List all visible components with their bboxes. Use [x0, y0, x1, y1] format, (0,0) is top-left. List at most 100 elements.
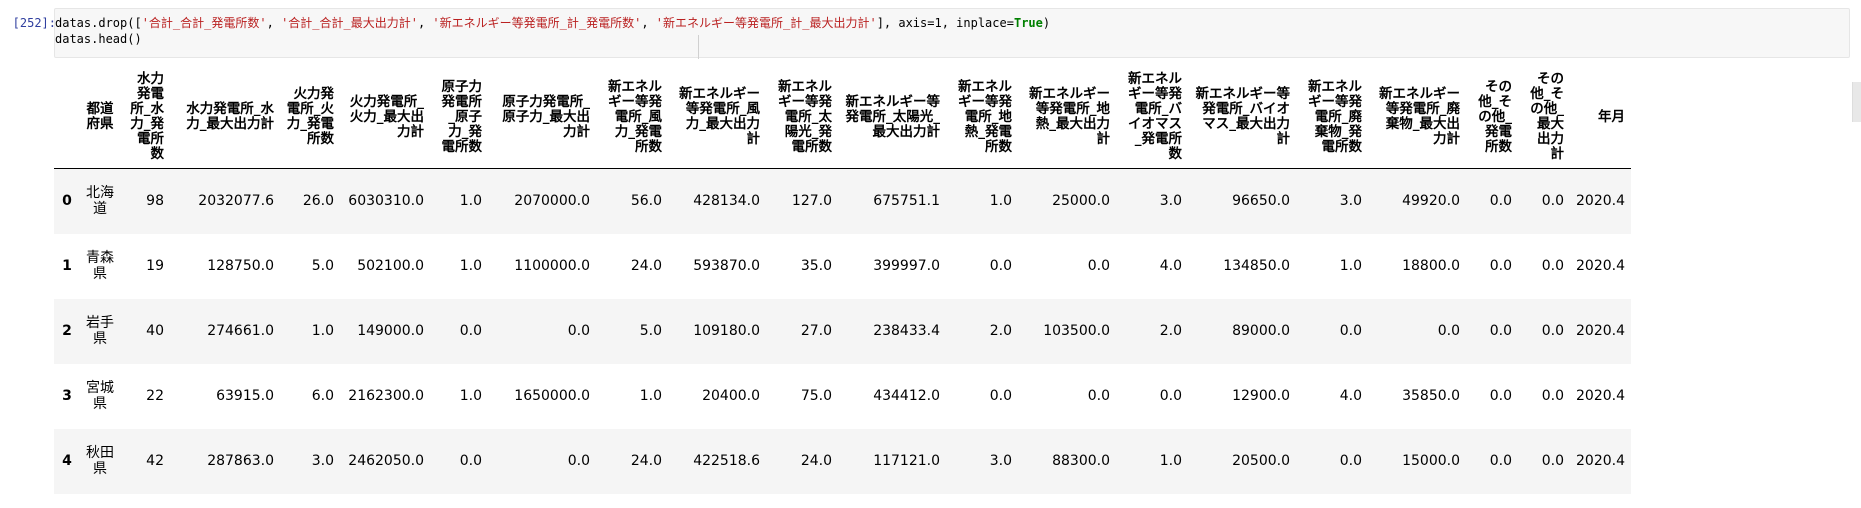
table-cell: 6.0 [311, 388, 334, 404]
table-cell: 2070000.0 [514, 193, 590, 210]
column-header[interactable]: 火力発電所_火力_発電所数 [280, 66, 340, 169]
column-header[interactable]: 新エネルギー等発電所_廃棄物_最大出力計 [1368, 66, 1466, 169]
table-cell: 35850.0 [1402, 388, 1460, 404]
column-header[interactable]: 新エネルギー等発電所_バイオマス_発電所数 [1116, 66, 1188, 169]
table-cell: 3.0 [1159, 193, 1182, 210]
index-header [54, 66, 80, 169]
column-header[interactable]: 新エネルギー等発電所_太陽光_最大出力計 [838, 66, 946, 169]
column-header[interactable]: 新エネルギー等発電所_太陽光_発電所数 [766, 66, 838, 169]
column-header[interactable]: 原子力発電所_原子力_最大出力計 [488, 66, 596, 169]
table-cell: 1.0 [989, 193, 1012, 210]
table-cell: 3.0 [1339, 193, 1362, 210]
table-cell: 0.0 [1339, 453, 1362, 469]
column-header[interactable]: 新エネルギー等発電所_風力_発電所数 [596, 66, 668, 169]
column-header[interactable]: 新エネルギー等発電所_バイオマス_最大出力計 [1188, 66, 1296, 169]
table-cell: 127.0 [791, 193, 832, 210]
table-cell: 1.0 [311, 323, 334, 339]
code-token: , [266, 16, 282, 30]
table-cell: 103500.0 [1043, 323, 1110, 339]
table-cell: 56.0 [630, 193, 662, 210]
cell-prompt: [252]: [12, 16, 56, 30]
table-cell: 3.0 [989, 453, 1012, 469]
table-cell: 149000.0 [357, 323, 424, 339]
table-cell: 5.0 [311, 258, 334, 274]
output-scrollbar[interactable] [1852, 82, 1861, 122]
code-line-2: datas.head() [55, 32, 142, 46]
table-cell: 24.0 [630, 453, 662, 469]
table-cell: 0.0 [1489, 193, 1512, 210]
table-cell: 2.0 [989, 323, 1012, 339]
table-cell: 0.0 [1541, 193, 1564, 210]
table-cell: 399997.0 [873, 258, 940, 274]
column-header[interactable]: 水力発電所_水力_最大出力計 [170, 66, 280, 169]
code-string: '合計_合計_発電所数' [141, 16, 267, 30]
table-cell: 19 [146, 258, 164, 274]
table-cell: 1.0 [639, 388, 662, 404]
table-row: 3 宮城県 22 63915.0 6.0 2162300.0 1.0 16500… [54, 364, 1631, 429]
table-cell: 0.0 [1087, 388, 1110, 404]
table-cell: 2020.4 [1576, 453, 1625, 469]
table-cell: 1.0 [459, 193, 482, 210]
column-header[interactable]: 年月 [1570, 66, 1631, 169]
table-cell: 96650.0 [1232, 193, 1290, 210]
row-index: 2 [62, 323, 72, 339]
table-cell: 宮城県 [86, 380, 114, 412]
column-header[interactable]: その他_その他_最大出力計 [1518, 66, 1570, 169]
table-cell: 49920.0 [1402, 193, 1460, 210]
table-cell: 24.0 [800, 453, 832, 469]
table-cell: 青森県 [86, 250, 114, 282]
code-editor[interactable]: datas.drop(['合計_合計_発電所数', '合計_合計_最大出力計',… [54, 8, 1850, 59]
table-cell: 2462050.0 [348, 453, 424, 469]
column-header[interactable]: 新エネルギー等発電所_地熱_発電所数 [946, 66, 1018, 169]
code-token: datas.drop([ [55, 16, 142, 30]
table-cell: 287863.0 [207, 453, 274, 469]
table-cell: 434412.0 [873, 388, 940, 404]
table-cell: 秋田県 [86, 445, 114, 477]
row-index: 3 [62, 388, 72, 404]
table-cell: 12900.0 [1232, 388, 1290, 404]
table-cell: 0.0 [1489, 258, 1512, 274]
row-index: 4 [62, 453, 72, 469]
table-cell: 24.0 [630, 258, 662, 274]
table-cell: 109180.0 [693, 323, 760, 339]
table-cell: 98 [146, 193, 164, 210]
column-header[interactable]: 原子力発電所_原子力_発電所数 [430, 66, 488, 169]
table-cell: 0.0 [1541, 258, 1564, 274]
table-cell: 0.0 [1339, 323, 1362, 339]
table-cell: 1100000.0 [514, 258, 590, 274]
table-cell: 0.0 [1489, 323, 1512, 339]
table-cell: 422518.6 [693, 453, 760, 469]
table-row: 4 秋田県 42 287863.0 3.0 2462050.0 0.0 0.0 … [54, 428, 1631, 494]
table-cell: 675751.1 [873, 193, 940, 210]
column-header[interactable]: 新エネルギー等発電所_廃棄物_発電所数 [1296, 66, 1368, 169]
table-cell: 42 [146, 453, 164, 469]
table-cell: 1.0 [459, 388, 482, 404]
dataframe-table: 都道府県 水力発電所_水力_発電所数 水力発電所_水力_最大出力計 火力発電所_… [54, 66, 1631, 494]
table-cell: 238433.4 [873, 323, 940, 339]
table-cell: 0.0 [567, 323, 590, 339]
table-cell: 0.0 [1437, 323, 1460, 339]
code-token: , [641, 16, 656, 30]
table-cell: 0.0 [567, 453, 590, 469]
column-header[interactable]: その他_その他_発電所数 [1466, 66, 1518, 169]
column-header[interactable]: 水力発電所_水力_発電所数 [120, 66, 170, 169]
table-cell: 22 [146, 388, 164, 404]
table-cell: 20400.0 [702, 388, 760, 404]
table-cell: 40 [146, 323, 164, 339]
editor-cursor-guide [698, 35, 699, 59]
column-header[interactable]: 新エネルギー等発電所_風力_最大出力計 [668, 66, 766, 169]
header-row: 都道府県 水力発電所_水力_発電所数 水力発電所_水力_最大出力計 火力発電所_… [54, 66, 1631, 169]
column-header[interactable]: 新エネルギー等発電所_地熱_最大出力計 [1018, 66, 1116, 169]
table-cell: 15000.0 [1402, 453, 1460, 469]
table-cell: 25000.0 [1052, 193, 1110, 210]
code-token: , [417, 16, 433, 30]
table-cell: 428134.0 [693, 193, 760, 210]
code-token: ], axis=1, inplace= [876, 16, 1014, 30]
table-cell: 北海道 [86, 185, 114, 218]
column-header[interactable]: 火力発電所_火力_最大出力計 [340, 66, 430, 169]
column-header[interactable]: 都道府県 [80, 66, 120, 169]
table-cell: 1.0 [1159, 453, 1182, 469]
table-cell: 6030310.0 [348, 193, 424, 210]
table-cell: 75.0 [800, 388, 832, 404]
table-cell: 0.0 [459, 323, 482, 339]
